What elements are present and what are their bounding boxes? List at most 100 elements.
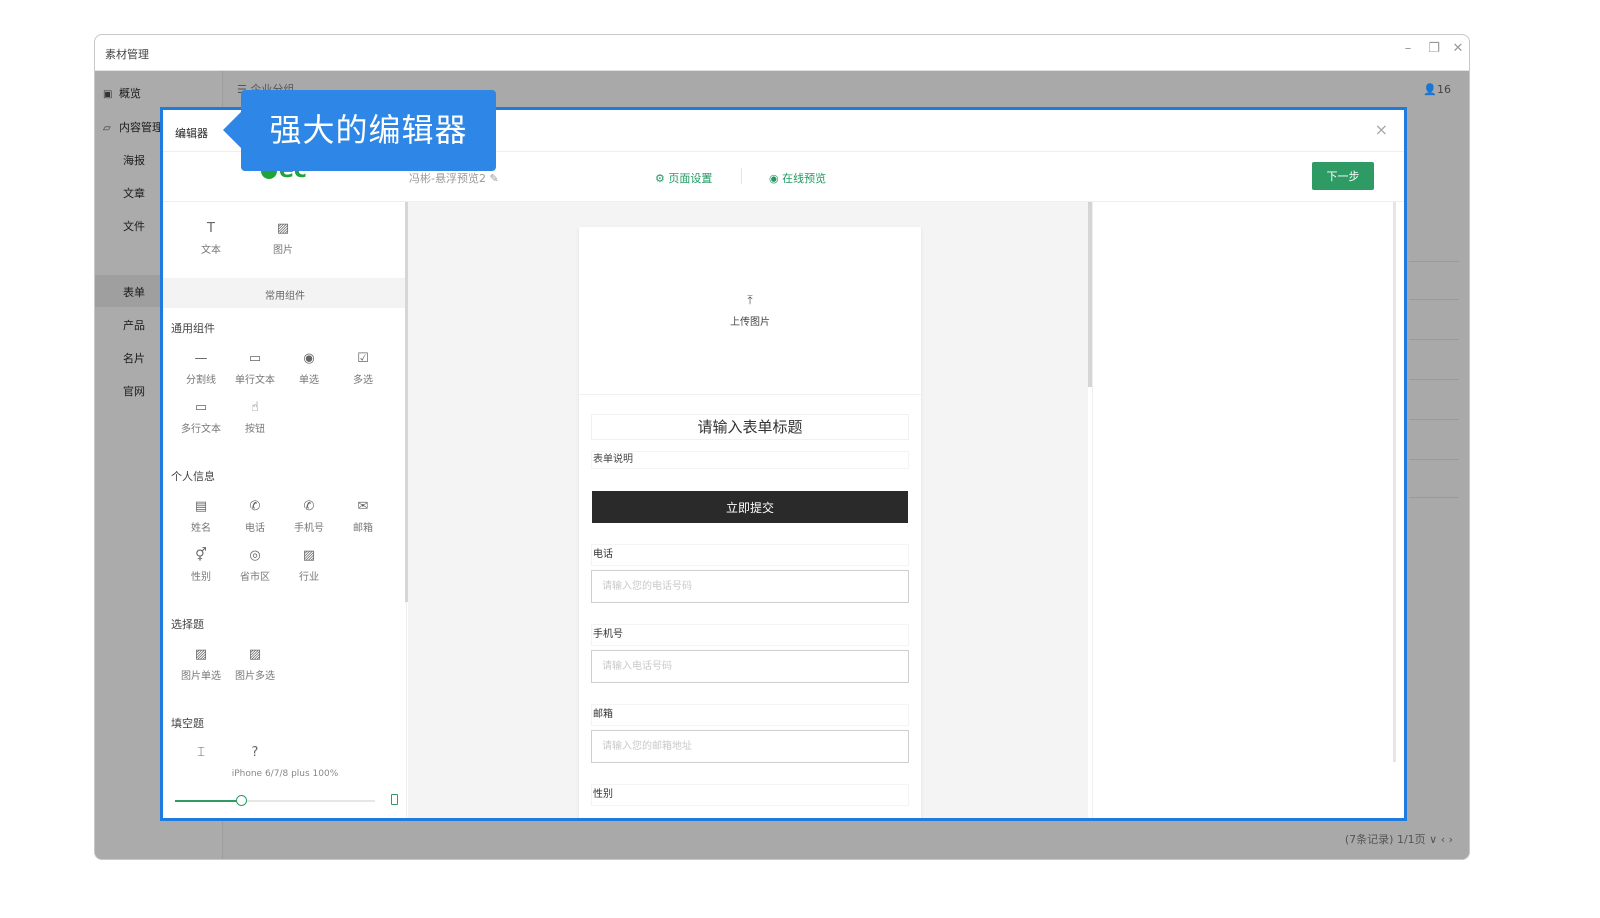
- gender-icon: ⚥: [195, 548, 207, 563]
- component-single-line-text[interactable]: ▭ 单行文本: [229, 350, 281, 386]
- field-label-email: 邮箱: [591, 704, 909, 726]
- table-row: [1409, 459, 1459, 460]
- properties-panel: [1092, 202, 1396, 818]
- checkbox-icon: ☑: [357, 351, 369, 366]
- question-icon: ?: [251, 745, 259, 760]
- editor-canvas: ⤒ 上传图片 请输入表单标题 表单说明 立即提交 电话 手机号 邮箱 性别: [408, 202, 1088, 818]
- mobile-input[interactable]: [591, 650, 909, 683]
- component-image-checkbox[interactable]: ▨ 图片多选: [229, 646, 281, 682]
- table-row: [1409, 339, 1459, 340]
- single-line-text-icon: ▭: [248, 351, 262, 366]
- text-icon: T: [207, 221, 215, 236]
- sidebar-item-file[interactable]: 文件: [123, 218, 145, 234]
- divider-icon: —: [194, 351, 208, 366]
- group-title-personal: 个人信息: [171, 470, 215, 483]
- toolbar-divider: [741, 168, 742, 184]
- component-button[interactable]: ☝ 按钮: [229, 399, 281, 435]
- email-input[interactable]: [591, 730, 909, 763]
- component-fill-blank[interactable]: ⌶: [175, 744, 227, 762]
- component-region[interactable]: ◎ 省市区: [229, 547, 281, 583]
- component-email[interactable]: ✉ 邮箱: [337, 498, 389, 534]
- gear-icon: ⚙: [655, 172, 665, 185]
- device-label: iPhone 6/7/8 plus 100%: [231, 769, 339, 779]
- image-radio-icon: ▨: [194, 647, 208, 662]
- user-count: 👤16: [1423, 83, 1451, 96]
- image-checkbox-icon: ▨: [248, 647, 262, 662]
- component-question[interactable]: ?: [229, 744, 281, 762]
- mail-icon: ✉: [357, 499, 369, 514]
- button-icon: ☝: [251, 400, 259, 415]
- phone-preview: ⤒ 上传图片 请输入表单标题 表单说明 立即提交 电话 手机号 邮箱 性别: [579, 227, 921, 818]
- name-card-icon: ▤: [194, 499, 208, 514]
- document-name[interactable]: 冯彬-悬浮预览2 ✎: [409, 170, 499, 186]
- pagination[interactable]: (7条记录) 1/1页 ∨ ‹ ›: [1345, 831, 1453, 847]
- next-step-button[interactable]: 下一步: [1312, 162, 1374, 190]
- phone-device-icon[interactable]: [391, 794, 398, 805]
- group-title-general: 通用组件: [171, 322, 215, 335]
- industry-icon: ▨: [302, 548, 316, 563]
- properties-scrollbar[interactable]: [1393, 202, 1396, 762]
- eye-icon: ◉: [769, 172, 779, 185]
- component-radio[interactable]: ◉ 单选: [283, 350, 335, 386]
- phone-input[interactable]: [591, 570, 909, 603]
- group-title-choice: 选择题: [171, 618, 204, 631]
- group-title-fill-blank: 填空题: [171, 717, 204, 730]
- sidebar-item-card[interactable]: 名片: [123, 350, 145, 366]
- component-image-radio[interactable]: ▨ 图片单选: [175, 646, 227, 682]
- component-phone[interactable]: ✆ 电话: [229, 498, 281, 534]
- minimize-icon[interactable]: –: [1397, 41, 1419, 56]
- sidebar-item-overview[interactable]: ▣ 概览: [103, 85, 141, 101]
- component-text[interactable]: T 文本: [185, 220, 237, 256]
- sidebar-item-content[interactable]: ▱ 内容管理: [103, 119, 163, 135]
- field-label-mobile: 手机号: [591, 624, 909, 646]
- form-description[interactable]: 表单说明: [591, 451, 909, 469]
- table-row: [1409, 299, 1459, 300]
- sidebar-item-website[interactable]: 官网: [123, 383, 145, 399]
- restore-icon[interactable]: ❐: [1423, 41, 1445, 56]
- component-image[interactable]: ▨ 图片: [257, 220, 309, 256]
- title-bar: 素材管理 – ❐ ✕: [95, 35, 1469, 71]
- component-name[interactable]: ▤ 姓名: [175, 498, 227, 534]
- component-divider[interactable]: — 分割线: [175, 350, 227, 386]
- component-multi-line-text[interactable]: ▭ 多行文本: [175, 399, 227, 435]
- component-mobile[interactable]: ✆ 手机号: [283, 498, 335, 534]
- component-checkbox[interactable]: ☑ 多选: [337, 350, 389, 386]
- location-icon: ◎: [249, 548, 261, 563]
- user-icon: 👤: [1423, 83, 1437, 96]
- page-settings-link[interactable]: ⚙ 页面设置: [655, 170, 712, 186]
- table-row: [1409, 419, 1459, 420]
- sidebar-item-form[interactable]: 表单: [123, 284, 145, 300]
- component-gender[interactable]: ⚥ 性别: [175, 547, 227, 583]
- close-icon[interactable]: ×: [1375, 120, 1388, 139]
- folder-icon: ▱: [103, 123, 111, 134]
- form-title-input[interactable]: 请输入表单标题: [591, 414, 909, 440]
- sidebar-item-poster[interactable]: 海报: [123, 152, 145, 168]
- tab-common-components[interactable]: 常用组件: [163, 278, 406, 308]
- zoom-slider-fill: [175, 800, 241, 802]
- radio-icon: ◉: [303, 351, 315, 366]
- mobile-icon: ✆: [303, 499, 315, 514]
- table-row: [1409, 497, 1459, 498]
- upload-icon: ⤒: [747, 293, 753, 307]
- zoom-slider[interactable]: [175, 795, 375, 806]
- edit-pencil-icon[interactable]: ✎: [489, 172, 498, 185]
- close-window-icon[interactable]: ✕: [1447, 41, 1469, 56]
- overview-icon: ▣: [103, 89, 113, 100]
- modal-title: 编辑器: [175, 127, 208, 140]
- sidebar-item-article[interactable]: 文章: [123, 185, 145, 201]
- phone-icon: ✆: [249, 499, 261, 514]
- components-panel: T 文本 ▨ 图片 常用组件 通用组件 — 分割线 ▭ 单行文本 ◉ 单选 ☑ …: [163, 202, 407, 818]
- sidebar-item-product[interactable]: 产品: [123, 317, 145, 333]
- field-label-phone: 电话: [591, 544, 909, 566]
- zoom-slider-handle[interactable]: [236, 795, 247, 806]
- image-icon: ▨: [276, 221, 290, 236]
- multi-line-text-icon: ▭: [194, 400, 208, 415]
- field-label-gender: 性别: [591, 784, 909, 806]
- online-preview-link[interactable]: ◉ 在线预览: [769, 170, 826, 186]
- table-row: [1409, 379, 1459, 380]
- component-industry[interactable]: ▨ 行业: [283, 547, 335, 583]
- feature-callout: 强大的编辑器: [223, 90, 496, 171]
- submit-button[interactable]: 立即提交: [592, 491, 908, 523]
- editor-modal: 编辑器 × ec 冯彬-悬浮预览2 ✎ ⚙ 页面设置 ◉ 在线预览 下一步 T …: [160, 107, 1407, 821]
- upload-image-area[interactable]: ⤒ 上传图片: [579, 227, 921, 395]
